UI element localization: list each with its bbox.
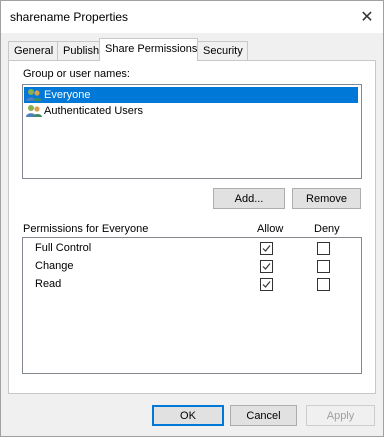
close-icon: ✕	[360, 9, 374, 26]
tab-label: Share Permissions	[105, 43, 198, 55]
close-button[interactable]: ✕	[351, 1, 383, 33]
tab-share-permissions[interactable]: Share Permissions	[99, 38, 198, 61]
permission-read: Read	[35, 278, 62, 290]
deny-read-checkbox[interactable]	[317, 278, 330, 291]
deny-full-control-checkbox[interactable]	[317, 242, 330, 255]
deny-change-checkbox[interactable]	[317, 260, 330, 273]
tab-label: Publish	[63, 45, 100, 57]
group-list-label: Group or user names:	[23, 68, 130, 80]
tab-security[interactable]: Security	[197, 41, 248, 60]
window-title: sharename Properties	[10, 10, 129, 24]
users-icon	[26, 105, 42, 117]
permission-full-control: Full Control	[35, 242, 92, 254]
tab-label: Security	[203, 45, 243, 57]
allow-change-checkbox[interactable]	[260, 260, 273, 273]
deny-column-header: Deny	[314, 223, 340, 235]
permission-change: Change	[35, 260, 74, 272]
allow-column-header: Allow	[257, 223, 284, 235]
apply-button[interactable]: Apply	[306, 405, 375, 426]
users-icon	[26, 89, 42, 101]
remove-button[interactable]: Remove	[292, 188, 361, 209]
allow-read-checkbox[interactable]	[260, 278, 273, 291]
allow-full-control-checkbox[interactable]	[260, 242, 273, 255]
tab-general[interactable]: General	[8, 41, 58, 60]
tab-publish[interactable]: Publish	[57, 41, 100, 60]
tab-label: General	[14, 45, 54, 57]
list-item-authenticated-users[interactable]: Authenticated Users	[24, 103, 358, 119]
checkmark-icon	[262, 281, 271, 288]
permissions-label: Permissions for Everyone	[23, 223, 149, 235]
permissions-list: Full Control Change Read	[22, 237, 362, 374]
group-user-list[interactable]: Everyone Authenticated Users	[22, 84, 362, 179]
title-bar: sharename Properties ✕	[1, 1, 383, 33]
list-item-everyone[interactable]: Everyone	[24, 87, 358, 103]
checkmark-icon	[262, 263, 271, 270]
properties-dialog: sharename Properties ✕ General Publish S…	[0, 0, 384, 437]
list-item-label: Everyone	[44, 89, 91, 101]
add-button[interactable]: Add...	[213, 188, 285, 209]
cancel-button[interactable]: Cancel	[230, 405, 297, 426]
ok-button[interactable]: OK	[152, 405, 224, 426]
checkmark-icon	[262, 245, 271, 252]
list-item-label: Authenticated Users	[44, 105, 144, 117]
